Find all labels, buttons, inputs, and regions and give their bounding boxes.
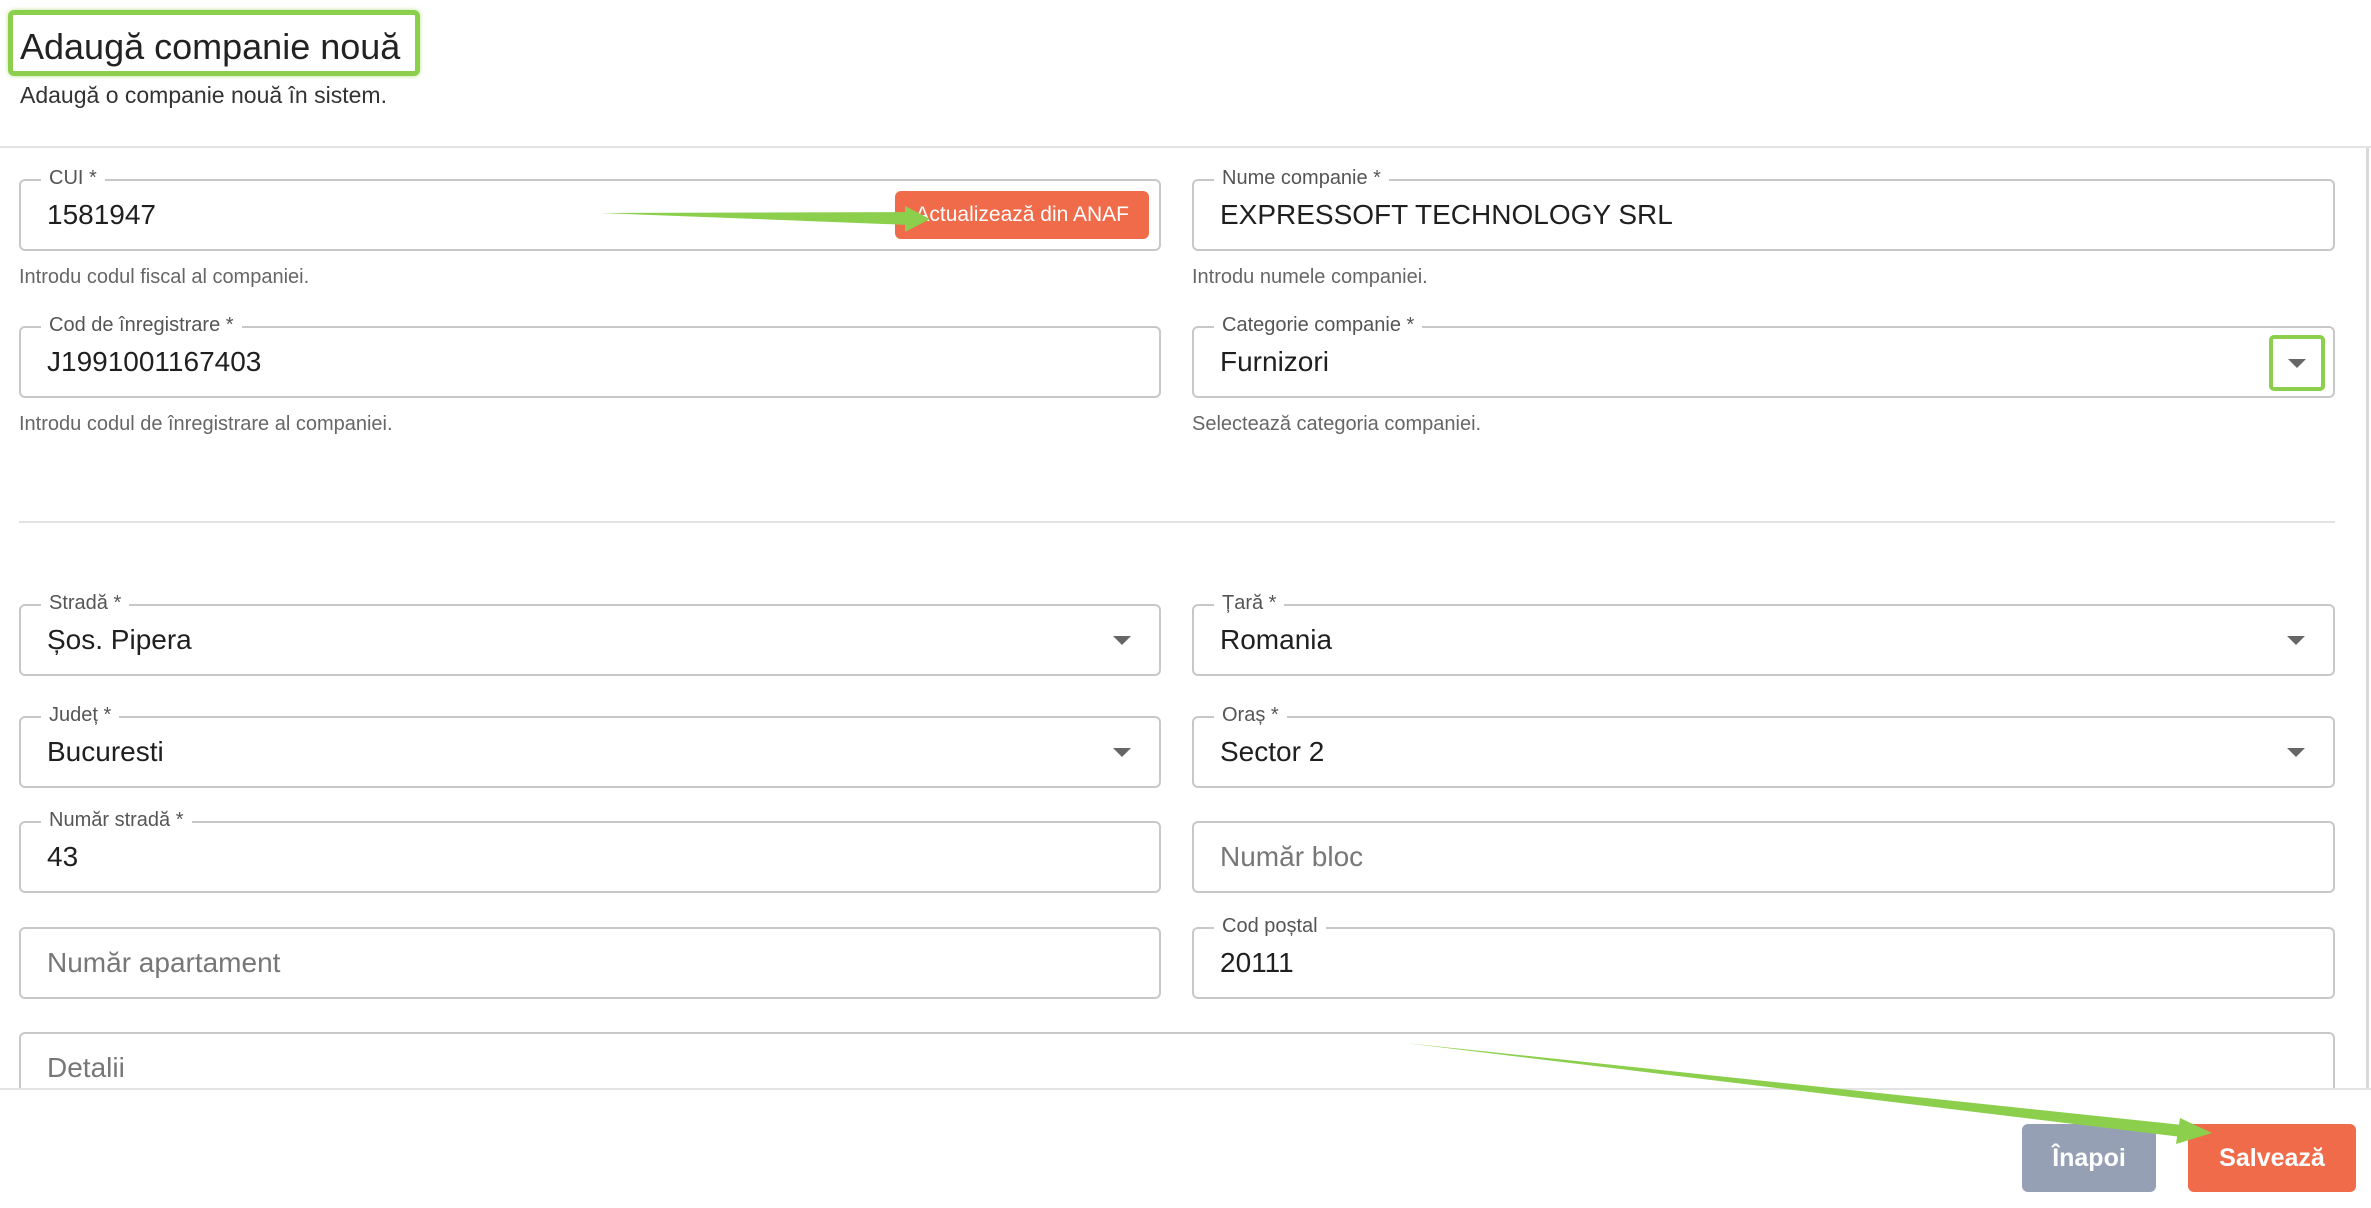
category-dropdown-toggle[interactable] [2269,335,2325,391]
county-value: Bucuresti [47,736,164,767]
section-divider [19,521,2335,523]
page-subtitle: Adaugă o companie nouă în sistem. [20,82,387,108]
add-company-page: Adaugă companie nouă Adaugă o companie n… [0,0,2371,1208]
company-name-value[interactable]: EXPRESSOFT TECHNOLOGY SRL [1220,181,1673,249]
cui-value[interactable]: 1581947 [47,181,156,249]
county-select[interactable]: Județ * Bucuresti [19,703,1161,788]
street-number-value[interactable]: 43 [47,823,78,891]
city-select[interactable]: Oraș * Sector 2 [1192,703,2335,788]
registration-code-helper: Introdu codul de înregistrare al compani… [19,413,393,435]
apartment-number-field[interactable]: Număr apartament [19,927,1161,999]
apartment-number-placeholder[interactable]: Număr apartament [47,929,280,997]
update-from-anaf-button[interactable]: Actualizează din ANAF [895,191,1149,239]
scrollbar[interactable] [2366,148,2369,1088]
company-name-helper: Introdu numele companiei. [1192,266,1428,288]
company-category-select[interactable]: Categorie companie * Furnizori [1192,313,2335,398]
street-select[interactable]: Stradă * Șos. Pipera [19,591,1161,676]
cui-helper: Introdu codul fiscal al companiei. [19,266,310,288]
block-number-field[interactable]: Număr bloc [1192,821,2335,893]
postal-code-value[interactable]: 20111 [1220,929,1294,997]
cui-field[interactable]: CUI * 1581947 Actualizează din ANAF [19,166,1161,251]
form-footer: Înapoi Salvează [0,1088,2371,1208]
page-header: Adaugă companie nouă Adaugă o companie n… [0,0,2371,148]
save-button[interactable]: Salvează [2188,1124,2356,1192]
page-title: Adaugă companie nouă [20,26,401,67]
city-value: Sector 2 [1220,736,1325,767]
chevron-down-icon [2288,359,2306,368]
street-number-field[interactable]: Număr stradă * 43 [19,808,1161,893]
chevron-down-icon[interactable] [1113,636,1131,645]
company-category-value: Furnizori [1220,346,1329,377]
company-name-field[interactable]: Nume companie * EXPRESSOFT TECHNOLOGY SR… [1192,166,2335,251]
back-button[interactable]: Înapoi [2022,1124,2156,1192]
country-select[interactable]: Țară * Romania [1192,591,2335,676]
registration-code-value[interactable]: J1991001167403 [47,328,261,396]
chevron-down-icon[interactable] [1113,748,1131,757]
company-category-helper: Selectează categoria companiei. [1192,413,1482,435]
street-value: Șos. Pipera [47,624,192,655]
postal-code-field[interactable]: Cod poștal 20111 [1192,914,2335,999]
registration-code-field[interactable]: Cod de înregistrare * J1991001167403 [19,313,1161,398]
chevron-down-icon[interactable] [2287,748,2305,757]
block-number-placeholder[interactable]: Număr bloc [1220,823,1363,891]
chevron-down-icon[interactable] [2287,636,2305,645]
country-value: Romania [1220,624,1333,655]
